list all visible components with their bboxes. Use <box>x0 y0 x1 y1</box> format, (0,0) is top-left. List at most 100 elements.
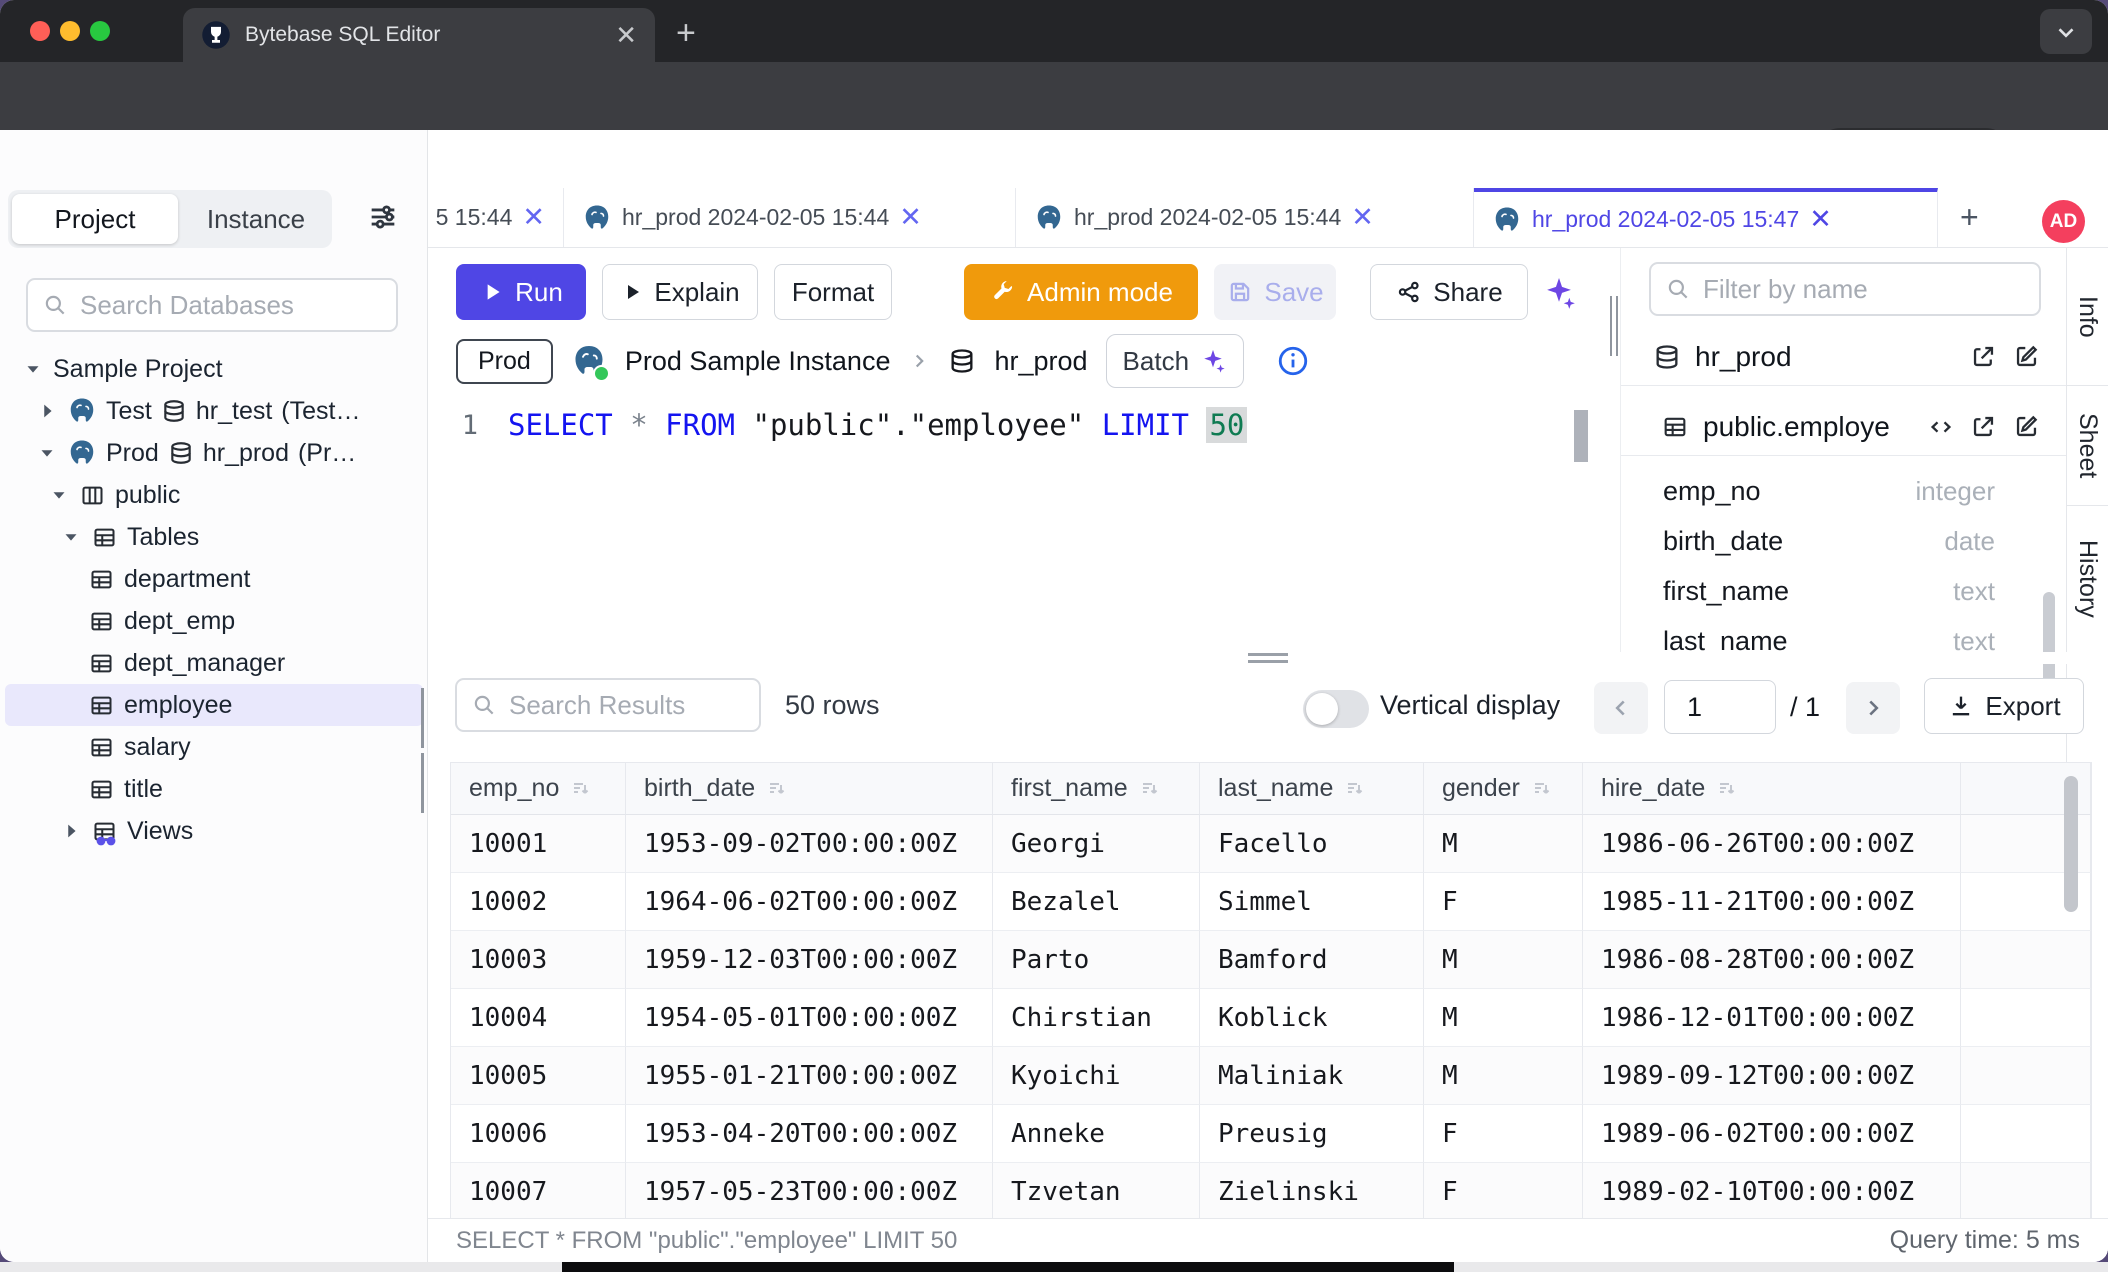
table-cell[interactable]: 1989-02-10T00:00:00Z <box>1583 1163 1961 1218</box>
table-cell[interactable]: F <box>1424 1163 1583 1218</box>
close-traffic-light[interactable] <box>30 21 50 41</box>
table-cell[interactable]: 1986-08-28T00:00:00Z <box>1583 931 1961 989</box>
tree-item-table[interactable]: dept_emp <box>0 600 428 642</box>
table-cell[interactable]: Tzvetan <box>993 1163 1200 1218</box>
table-cell[interactable]: 10004 <box>451 989 626 1047</box>
batch-button[interactable]: Batch <box>1106 334 1245 388</box>
edit-icon[interactable] <box>2012 342 2041 371</box>
table-cell[interactable]: Simmel <box>1200 873 1424 931</box>
sort-icon[interactable] <box>1138 777 1162 801</box>
schema-column-row[interactable]: emp_nointeger <box>1621 466 2067 516</box>
table-cell[interactable]: 1986-06-26T00:00:00Z <box>1583 815 1961 873</box>
caret-down-icon[interactable] <box>48 484 70 506</box>
database-name[interactable]: hr_prod <box>994 346 1087 377</box>
tree-item-table[interactable]: department <box>0 558 428 600</box>
column-header[interactable]: birth_date <box>626 763 993 815</box>
schema-column-row[interactable]: last_nametext <box>1621 616 2067 652</box>
editor-tab-2[interactable]: hr_prod 2024-02-05 15:44 ✕ <box>1016 188 1474 247</box>
avatar[interactable]: AD <box>2042 200 2085 243</box>
table-cell[interactable]: Kyoichi <box>993 1047 1200 1105</box>
prev-page-button[interactable] <box>1594 682 1648 734</box>
tree-item-prod-db[interactable]: Prod hr_prod (Pr… <box>0 432 428 474</box>
table-cell[interactable]: F <box>1424 873 1583 931</box>
sort-icon[interactable] <box>1715 777 1739 801</box>
filter-by-name-input[interactable]: Filter by name <box>1649 262 2041 316</box>
tab-close-icon[interactable]: ✕ <box>615 22 637 48</box>
sidebar-filter-icon[interactable] <box>366 200 400 234</box>
explain-button[interactable]: Explain <box>602 264 758 320</box>
table-cell[interactable]: Georgi <box>993 815 1200 873</box>
table-cell[interactable]: 10002 <box>451 873 626 931</box>
tree-item-schema-public[interactable]: public <box>0 474 428 516</box>
caret-down-icon[interactable] <box>36 442 58 464</box>
editor-scrollbar[interactable] <box>1574 410 1588 462</box>
table-cell[interactable]: 1985-11-21T00:00:00Z <box>1583 873 1961 931</box>
table-cell[interactable]: Zielinski <box>1200 1163 1424 1218</box>
tab-history[interactable]: History <box>2067 506 2108 652</box>
table-cell[interactable]: 1986-12-01T00:00:00Z <box>1583 989 1961 1047</box>
column-header[interactable]: last_name <box>1200 763 1424 815</box>
info-circle-icon[interactable] <box>1276 344 1310 378</box>
table-cell[interactable]: 10007 <box>451 1163 626 1218</box>
table-cell[interactable]: 1989-09-12T00:00:00Z <box>1583 1047 1961 1105</box>
tree-item-project[interactable]: Sample Project <box>0 348 428 390</box>
tab-project[interactable]: Project <box>12 194 178 244</box>
table-cell[interactable]: Facello <box>1200 815 1424 873</box>
table-cell[interactable]: Chirstian <box>993 989 1200 1047</box>
add-editor-tab-icon[interactable]: + <box>1938 188 1979 247</box>
browser-tab[interactable]: Bytebase SQL Editor ✕ <box>183 8 655 62</box>
format-button[interactable]: Format <box>774 264 892 320</box>
tab-close-icon[interactable]: ✕ <box>1351 202 1374 233</box>
tab-info[interactable]: Info <box>2067 248 2108 386</box>
table-cell[interactable]: F <box>1424 1105 1583 1163</box>
table-cell[interactable]: M <box>1424 1047 1583 1105</box>
search-results-input[interactable]: Search Results <box>455 678 761 732</box>
page-number-input[interactable]: 1 <box>1664 680 1776 734</box>
sort-icon[interactable] <box>1530 777 1554 801</box>
table-cell[interactable]: 1954-05-01T00:00:00Z <box>626 989 993 1047</box>
sort-icon[interactable] <box>765 777 789 801</box>
next-page-button[interactable] <box>1846 682 1900 734</box>
vertical-display-toggle[interactable] <box>1303 690 1369 728</box>
table-cell[interactable]: 1989-06-02T00:00:00Z <box>1583 1105 1961 1163</box>
table-cell[interactable]: 10005 <box>451 1047 626 1105</box>
table-cell[interactable]: M <box>1424 989 1583 1047</box>
table-cell[interactable]: Bezalel <box>993 873 1200 931</box>
table-cell[interactable]: 1955-01-21T00:00:00Z <box>626 1047 993 1105</box>
tab-close-icon[interactable]: ✕ <box>1809 204 1832 235</box>
external-link-icon[interactable] <box>1969 342 1998 371</box>
tree-item-views-group[interactable]: Views <box>0 810 428 852</box>
minimize-traffic-light[interactable] <box>60 21 80 41</box>
tree-item-table[interactable]: employee <box>5 684 423 726</box>
panel-resize-handle[interactable] <box>1608 248 1620 700</box>
table-cell[interactable]: Anneke <box>993 1105 1200 1163</box>
new-tab-icon[interactable]: + <box>676 16 696 50</box>
tab-sheet[interactable]: Sheet <box>2067 386 2108 506</box>
tree-item-test-db[interactable]: Test hr_test (Test… <box>0 390 428 432</box>
table-cell[interactable]: 1953-04-20T00:00:00Z <box>626 1105 993 1163</box>
caret-down-icon[interactable] <box>60 526 82 548</box>
table-cell[interactable]: Preusig <box>1200 1105 1424 1163</box>
sidebar-resize-handle[interactable] <box>419 688 427 818</box>
column-header[interactable]: first_name <box>993 763 1200 815</box>
tab-close-icon[interactable]: ✕ <box>899 202 922 233</box>
save-button[interactable]: Save <box>1214 264 1336 320</box>
sort-icon[interactable] <box>1343 777 1367 801</box>
sql-editor[interactable]: 1 SELECT * FROM "public"."employee" LIMI… <box>428 402 1608 448</box>
tree-item-table[interactable]: title <box>0 768 428 810</box>
search-databases-input[interactable]: Search Databases <box>26 278 398 332</box>
ai-sparkle-icon[interactable] <box>1540 274 1578 312</box>
tab-search-chevron-icon[interactable] <box>2040 9 2092 54</box>
table-cell[interactable]: Parto <box>993 931 1200 989</box>
export-button[interactable]: Export <box>1924 678 2084 734</box>
schema-column-row[interactable]: birth_datedate <box>1621 516 2067 566</box>
table-cell[interactable]: Maliniak <box>1200 1047 1424 1105</box>
column-header[interactable]: hire_date <box>1583 763 1961 815</box>
table-cell[interactable]: M <box>1424 815 1583 873</box>
table-cell[interactable]: 10006 <box>451 1105 626 1163</box>
editor-tab-partial[interactable]: 5 15:44 ✕ <box>428 188 564 247</box>
maximize-traffic-light[interactable] <box>90 21 110 41</box>
results-resize-handle[interactable] <box>428 652 2108 664</box>
table-cell[interactable]: 1964-06-02T00:00:00Z <box>626 873 993 931</box>
table-cell[interactable]: 1957-05-23T00:00:00Z <box>626 1163 993 1218</box>
